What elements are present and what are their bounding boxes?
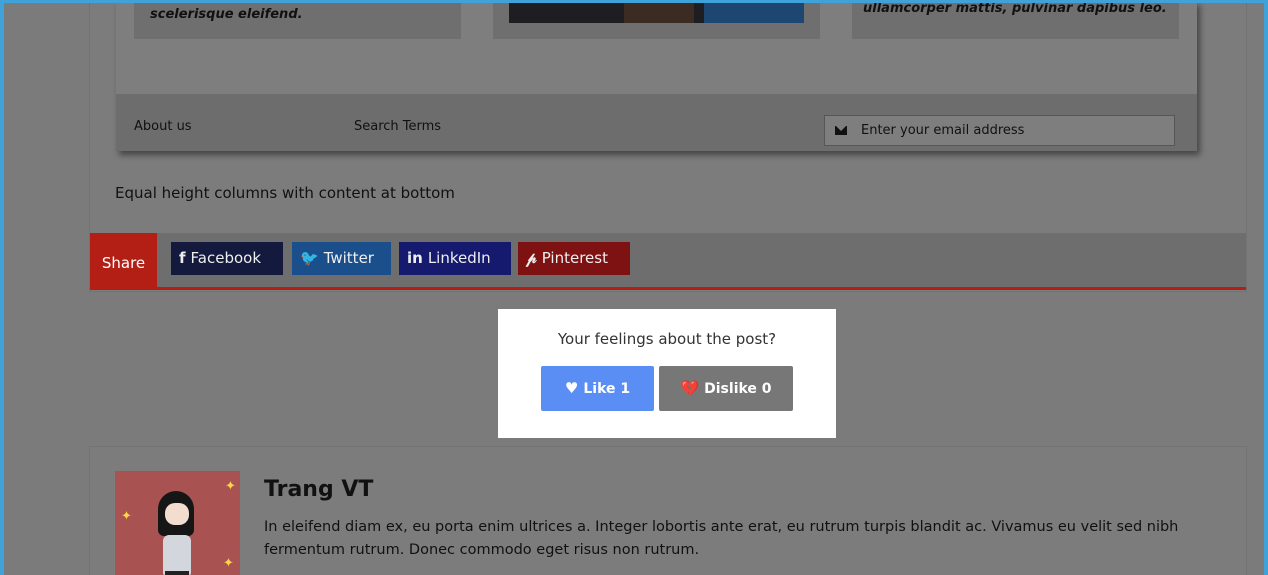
share-label: Share (90, 233, 157, 287)
linkedin-icon: in (407, 249, 423, 267)
sparkle-icon: ✦ (225, 479, 236, 494)
email-field[interactable] (824, 115, 1175, 146)
linkedin-share-label: LinkedIn (427, 249, 491, 267)
demo-caption: Equal height columns with content at bot… (115, 184, 455, 202)
facebook-share-label: Facebook (190, 249, 262, 267)
demo-card-3-text: ullamcorper mattis, pulvinar dapibus leo… (863, 3, 1167, 16)
broken-heart-icon: 💔 (680, 379, 700, 397)
demo-footer: About us Search Terms (116, 94, 1197, 151)
sparkle-icon: ✦ (223, 556, 234, 571)
demo-card-1: scelerisque eleifend. (134, 3, 461, 39)
twitter-share-button[interactable]: 🐦 Twitter (292, 242, 391, 275)
demo-card-3: ullamcorper mattis, pulvinar dapibus leo… (852, 3, 1179, 39)
page-overlay: scelerisque eleifend. ullamcorper mattis… (4, 3, 1264, 575)
pinterest-share-button[interactable]: 𝓅 Pinterest (518, 242, 630, 275)
like-button[interactable]: ♥ Like 1 (541, 366, 654, 411)
sparkle-icon: ✦ (121, 509, 132, 524)
about-us-link[interactable]: About us (134, 119, 192, 134)
article-container: scelerisque eleifend. ullamcorper mattis… (89, 3, 1247, 292)
pinterest-share-label: Pinterest (541, 249, 608, 267)
demo-card-2 (493, 3, 820, 39)
envelope-icon (835, 126, 847, 135)
author-box: ✦ ✦ ✦ Trang VT In eleifend diam ex, eu p… (89, 446, 1247, 575)
post-feelings-widget: Your feelings about the post? ♥ Like 1 💔 D… (498, 309, 836, 438)
author-bio: In eleifend diam ex, eu porta enim ultri… (264, 519, 1179, 558)
search-terms-link[interactable]: Search Terms (354, 119, 441, 134)
like-label: Like 1 (583, 381, 631, 397)
dislike-button[interactable]: 💔 Dislike 0 (659, 366, 793, 411)
facebook-icon: f (179, 249, 186, 267)
heart-icon: ♥ (564, 379, 579, 397)
twitter-share-label: Twitter (323, 249, 374, 267)
facebook-share-button[interactable]: f Facebook (171, 242, 283, 275)
linkedin-share-button[interactable]: in LinkedIn (399, 242, 511, 275)
window-frame-right (1264, 0, 1268, 575)
share-bar: Share f Facebook 🐦 Twitter in LinkedIn 𝓅 Pin… (90, 233, 1246, 290)
twitter-icon: 🐦 (300, 249, 319, 267)
pinterest-icon: 𝓅 (526, 249, 537, 267)
feelings-question: Your feelings about the post? (557, 330, 777, 348)
author-name[interactable]: Trang VT (264, 477, 373, 502)
demo-card-1-text: scelerisque eleifend. (150, 7, 303, 22)
email-input[interactable] (861, 116, 1161, 145)
demo-layout-preview: scelerisque eleifend. ullamcorper mattis… (116, 3, 1197, 151)
demo-card-2-image (509, 3, 804, 23)
dislike-label: Dislike 0 (704, 381, 772, 397)
author-avatar[interactable]: ✦ ✦ ✦ (115, 471, 240, 575)
